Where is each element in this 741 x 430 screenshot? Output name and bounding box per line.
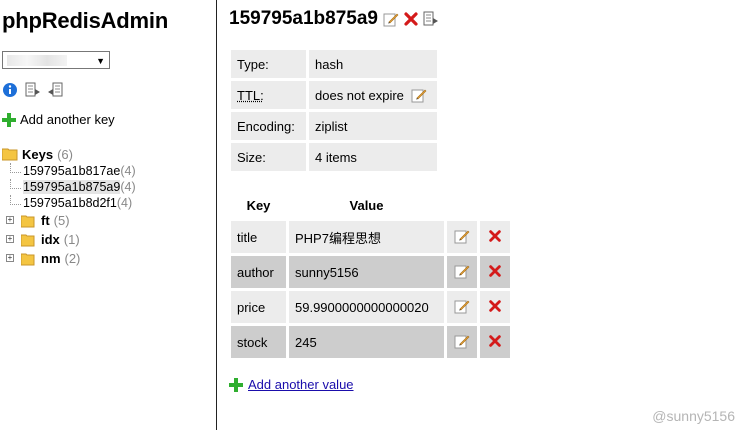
tree-folder-label: idx bbox=[41, 232, 60, 247]
info-label: Encoding: bbox=[231, 112, 306, 140]
rename-key-pencil-icon[interactable] bbox=[383, 11, 399, 27]
info-row-type: Type: hash bbox=[231, 50, 437, 78]
hash-field-value: 245 bbox=[289, 326, 444, 358]
folder-icon bbox=[21, 253, 35, 265]
key-title: 159795a1b875a9 bbox=[229, 8, 378, 29]
tree-folder-label: nm bbox=[41, 251, 61, 266]
hash-fields-table: Key Value title PHP7编程思想 author sunny515… bbox=[228, 189, 513, 361]
add-key-label: Add another key bbox=[20, 112, 115, 127]
tree-key-name: 159795a1b8d2f1 bbox=[23, 196, 117, 210]
add-value-link[interactable]: Add another value bbox=[229, 377, 354, 392]
table-row: title PHP7编程思想 bbox=[231, 221, 510, 253]
sidebar-toolbar bbox=[2, 82, 66, 98]
plus-icon bbox=[2, 112, 16, 127]
delete-field-icon[interactable] bbox=[480, 326, 510, 358]
tree-root-label: Keys bbox=[22, 146, 54, 162]
info-row-ttl: TTL: does not expire bbox=[231, 81, 437, 109]
watermark: @sunny5156 bbox=[652, 408, 735, 424]
tree-folder-ft[interactable]: + ft (5) bbox=[2, 211, 216, 230]
info-row-size: Size: 4 items bbox=[231, 143, 437, 171]
export-icon[interactable] bbox=[25, 82, 41, 98]
hash-field-value: sunny5156 bbox=[289, 256, 444, 288]
app-title[interactable]: phpRedisAdmin bbox=[2, 8, 168, 34]
hash-field-value: PHP7编程思想 bbox=[289, 221, 444, 253]
tree-folder-idx[interactable]: + idx (1) bbox=[2, 230, 216, 249]
edit-field-pencil-icon[interactable] bbox=[447, 256, 477, 288]
hash-field-key: price bbox=[231, 291, 286, 323]
info-value: hash bbox=[309, 50, 437, 78]
edit-ttl-pencil-icon[interactable] bbox=[411, 87, 427, 103]
delete-key-icon[interactable] bbox=[403, 11, 419, 27]
info-label: TTL: bbox=[231, 81, 306, 109]
folder-icon bbox=[21, 215, 35, 227]
plus-icon bbox=[229, 377, 243, 392]
sidebar: phpRedisAdmin ▼ Add another key Keys (6)… bbox=[0, 0, 217, 430]
chevron-down-icon: ▼ bbox=[96, 56, 105, 66]
info-label: Type: bbox=[231, 50, 306, 78]
tree-folder-count: (5) bbox=[53, 213, 70, 228]
expand-icon[interactable]: + bbox=[6, 235, 14, 243]
expand-icon[interactable]: + bbox=[6, 254, 14, 262]
export-icon[interactable] bbox=[423, 11, 439, 27]
hash-header-row: Key Value bbox=[231, 192, 510, 218]
info-row-encoding: Encoding: ziplist bbox=[231, 112, 437, 140]
ttl-abbr: TTL: bbox=[237, 87, 264, 103]
tree-key-count: (4) bbox=[116, 196, 133, 210]
edit-field-pencil-icon[interactable] bbox=[447, 291, 477, 323]
delete-field-icon[interactable] bbox=[480, 291, 510, 323]
add-key-link[interactable]: Add another key bbox=[2, 112, 115, 127]
tree-root-count: (6) bbox=[57, 146, 73, 162]
tree-key-count: (4) bbox=[120, 180, 136, 194]
info-label: Size: bbox=[231, 143, 306, 171]
key-tree: Keys (6) 159795a1b817ae(4) 159795a1b875a… bbox=[2, 145, 216, 268]
tree-key-count: (4) bbox=[120, 164, 136, 178]
folder-icon bbox=[21, 234, 35, 246]
table-row: stock 245 bbox=[231, 326, 510, 358]
hash-field-value: 59.9900000000000020 bbox=[289, 291, 444, 323]
delete-field-icon[interactable] bbox=[480, 256, 510, 288]
delete-field-icon[interactable] bbox=[480, 221, 510, 253]
info-value: ziplist bbox=[309, 112, 437, 140]
hash-field-key: author bbox=[231, 256, 286, 288]
hash-field-key: stock bbox=[231, 326, 286, 358]
expand-icon[interactable]: + bbox=[6, 216, 14, 224]
tree-folder-count: (1) bbox=[63, 232, 80, 247]
tree-folder-count: (2) bbox=[64, 251, 81, 266]
column-header-key: Key bbox=[246, 197, 271, 213]
import-icon[interactable] bbox=[47, 82, 63, 98]
add-value-label: Add another value bbox=[248, 377, 354, 392]
info-value: 4 items bbox=[309, 143, 437, 171]
tree-key-name: 159795a1b817ae bbox=[23, 164, 121, 178]
tree-key-item[interactable]: 159795a1b8d2f1(4) bbox=[2, 195, 216, 211]
server-select[interactable]: ▼ bbox=[2, 51, 110, 69]
tree-key-name: 159795a1b875a9 bbox=[23, 180, 121, 194]
tree-key-item-selected[interactable]: 159795a1b875a9(4) bbox=[2, 179, 216, 195]
tree-root-keys[interactable]: Keys (6) bbox=[2, 145, 216, 163]
edit-field-pencil-icon[interactable] bbox=[447, 326, 477, 358]
info-value: does not expire bbox=[309, 81, 437, 109]
ttl-value: does not expire bbox=[315, 88, 404, 103]
main-panel: 159795a1b875a9 Type: hash TTL: does not … bbox=[218, 0, 741, 430]
table-row: price 59.9900000000000020 bbox=[231, 291, 510, 323]
edit-field-pencil-icon[interactable] bbox=[447, 221, 477, 253]
key-info-table: Type: hash TTL: does not expire Encoding… bbox=[228, 47, 440, 174]
info-icon[interactable] bbox=[2, 82, 18, 98]
tree-folder-nm[interactable]: + nm (2) bbox=[2, 249, 216, 268]
tree-key-item[interactable]: 159795a1b817ae(4) bbox=[2, 163, 216, 179]
folder-icon bbox=[2, 148, 18, 161]
server-select-value bbox=[7, 55, 67, 66]
table-row: author sunny5156 bbox=[231, 256, 510, 288]
column-header-value: Value bbox=[349, 197, 384, 213]
tree-folder-label: ft bbox=[41, 213, 50, 228]
hash-field-key: title bbox=[231, 221, 286, 253]
key-heading: 159795a1b875a9 bbox=[229, 8, 443, 30]
